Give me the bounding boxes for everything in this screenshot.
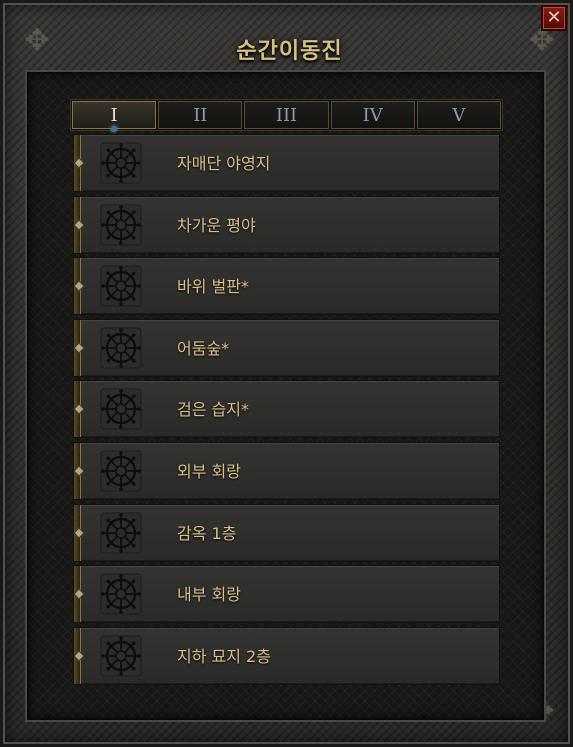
waypoint-row[interactable]: 차가운 평야 — [73, 195, 500, 254]
row-edge-ornament — [73, 566, 85, 623]
row-edge-ornament — [73, 627, 85, 684]
waypoint-label: 검은 습지* — [177, 400, 249, 420]
waypoint-label: 어둠숲* — [177, 338, 230, 358]
waypoint-label: 차가운 평야 — [177, 215, 256, 235]
waypoint-row[interactable]: 내부 회랑 — [73, 565, 500, 624]
waypoint-row[interactable]: 감옥 1층 — [73, 503, 500, 562]
window-title: 순간이동진 — [236, 39, 343, 64]
waypoint-rune-icon — [100, 635, 142, 677]
waypoint-rune-icon — [100, 450, 142, 492]
waypoint-row[interactable]: 지하 묘지 2층 — [73, 626, 500, 685]
row-edge-ornament — [73, 504, 85, 561]
waypoint-label: 지하 묘지 2층 — [177, 646, 271, 666]
row-edge-ornament — [73, 381, 85, 438]
waypoint-label: 감옥 1층 — [177, 523, 237, 543]
waypoint-label: 내부 회랑 — [177, 585, 241, 605]
waypoint-label: 외부 회랑 — [177, 461, 241, 481]
tab-act-3[interactable]: III — [244, 101, 329, 129]
waypoint-rune-icon — [100, 573, 142, 615]
waypoint-rune-icon — [100, 327, 142, 369]
tab-act-2[interactable]: II — [158, 101, 243, 129]
waypoint-rune-icon — [100, 388, 142, 430]
waypoint-list: 자매단 야영지 차가운 평야 바위 벌판* 어둠숲* 검은 습지* 외부 회랑 … — [73, 134, 500, 688]
waypoint-rune-icon — [100, 142, 142, 184]
waypoint-rune-icon — [100, 204, 142, 246]
waypoint-row[interactable]: 자매단 야영지 — [73, 134, 500, 192]
row-edge-ornament — [73, 258, 85, 315]
waypoint-row[interactable]: 바위 벌판* — [73, 257, 500, 316]
tab-act-5[interactable]: V — [416, 101, 502, 129]
close-button[interactable]: ✕ — [541, 5, 567, 31]
tab-act-4[interactable]: IV — [330, 101, 415, 129]
waypoint-row[interactable]: 외부 회랑 — [73, 441, 500, 500]
waypoint-label: 바위 벌판* — [177, 277, 249, 297]
waypoint-rune-icon — [100, 512, 142, 554]
row-edge-ornament — [73, 135, 85, 191]
waypoint-row[interactable]: 검은 습지* — [73, 380, 500, 439]
row-edge-ornament — [73, 319, 85, 376]
waypoint-rune-icon — [100, 265, 142, 307]
waypoint-row[interactable]: 어둠숲* — [73, 318, 500, 377]
waypoint-label: 자매단 야영지 — [177, 154, 271, 173]
row-edge-ornament — [73, 442, 85, 499]
act-tabs: I II III IV V — [70, 99, 503, 132]
tab-act-1[interactable]: I — [72, 101, 157, 132]
row-edge-ornament — [73, 196, 85, 253]
close-icon: ✕ — [546, 7, 562, 28]
